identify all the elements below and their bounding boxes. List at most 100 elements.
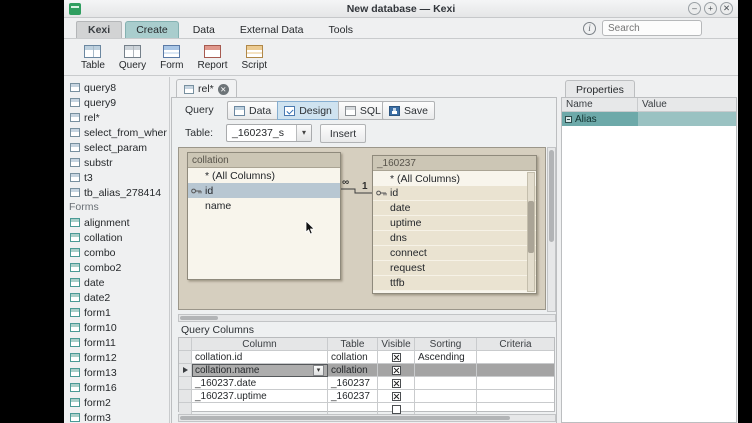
sidebar-item-form11[interactable]: form11 (64, 335, 169, 350)
query-icon (70, 158, 80, 167)
field-row-date[interactable]: date (373, 201, 536, 216)
column-header-column[interactable]: Column (192, 338, 328, 351)
sidebar-item-collation[interactable]: collation (64, 230, 169, 245)
field-row-dns[interactable]: dns (373, 231, 536, 246)
sidebar-item-query9[interactable]: query9 (64, 95, 169, 110)
close-icon[interactable]: ✕ (720, 2, 733, 15)
design-view-button[interactable]: Design (277, 101, 339, 120)
collapse-expander-icon[interactable] (565, 116, 572, 123)
relation-cardinality-many: ∞ (342, 177, 349, 188)
minimize-icon[interactable]: – (688, 2, 701, 15)
chevron-down-icon[interactable]: ▾ (313, 365, 324, 376)
sidebar-item-substr[interactable]: substr (64, 155, 169, 170)
form-icon (70, 248, 80, 257)
sql-view-button[interactable]: SQL (338, 101, 388, 120)
column-header-visible[interactable]: Visible (378, 338, 415, 351)
column-header-criteria[interactable]: Criteria (477, 338, 554, 351)
sidebar-item-date2[interactable]: date2 (64, 290, 169, 305)
field-row-uptime[interactable]: uptime (373, 216, 536, 231)
table-box-160237[interactable]: _160237 * (All Columns) id date uptime d… (372, 155, 537, 294)
sidebar-item-t3[interactable]: t3 (64, 170, 169, 185)
chevron-down-icon[interactable]: ▾ (296, 125, 311, 141)
sidebar-item-alignment[interactable]: alignment (64, 215, 169, 230)
data-view-button[interactable]: Data (227, 101, 278, 120)
property-row-alias[interactable]: Alias (562, 112, 736, 126)
scrollbar-thumb[interactable] (528, 201, 534, 253)
sidebar-item-date[interactable]: date (64, 275, 169, 290)
sidebar-item-form2[interactable]: form2 (64, 395, 169, 410)
sidebar-item-form3[interactable]: form3 (64, 410, 169, 423)
table-box-title[interactable]: _160237 (373, 156, 536, 171)
field-row-all-columns[interactable]: * (All Columns) (188, 168, 340, 183)
tab-close-icon[interactable]: ✕ (218, 84, 229, 95)
sidebar-item-form16[interactable]: form16 (64, 380, 169, 395)
visible-checkbox[interactable] (392, 392, 401, 401)
field-row-ttfb[interactable]: ttfb (373, 276, 536, 291)
scrollbar-thumb[interactable] (549, 150, 554, 242)
form-icon (70, 233, 80, 242)
create-report-button[interactable]: Report (192, 42, 232, 74)
sidebar-item-rel[interactable]: rel* (64, 110, 169, 125)
relation-design-area[interactable]: collation * (All Columns) id name (178, 147, 546, 310)
sidebar-item-select-param[interactable]: select_param (64, 140, 169, 155)
table-box-scrollbar[interactable] (527, 172, 535, 292)
row-selector[interactable] (179, 364, 192, 377)
row-selector[interactable] (179, 390, 192, 403)
grid-row[interactable]: _160237.date _160237 (179, 377, 554, 390)
sidebar-item-tb-alias[interactable]: tb_alias_278414 (64, 185, 169, 200)
row-selector[interactable] (179, 377, 192, 390)
visible-checkbox[interactable] (392, 353, 401, 362)
sidebar-item-form10[interactable]: form10 (64, 320, 169, 335)
field-row-connect[interactable]: connect (373, 246, 536, 261)
save-button[interactable]: Save (382, 101, 435, 120)
grid-hscrollbar[interactable] (178, 414, 556, 422)
info-icon[interactable]: i (583, 22, 596, 35)
maximize-icon[interactable]: + (704, 2, 717, 15)
titlebar[interactable]: New database — Kexi – + ✕ (64, 0, 738, 18)
create-script-button[interactable]: Script (237, 42, 273, 74)
visible-checkbox[interactable] (392, 379, 401, 388)
create-query-button[interactable]: Query (114, 42, 151, 74)
tab-properties[interactable]: Properties (565, 80, 635, 98)
visible-checkbox[interactable] (392, 405, 401, 414)
sidebar-item-select-from-where[interactable]: select_from_where (64, 125, 169, 140)
grid-row[interactable]: _160237.uptime _160237 (179, 390, 554, 403)
scrollbar-thumb[interactable] (180, 416, 510, 420)
search-input[interactable] (602, 20, 702, 36)
sidebar-item-query8[interactable]: query8 (64, 80, 169, 95)
field-row-id[interactable]: id (188, 183, 340, 198)
table-box-collation[interactable]: collation * (All Columns) id name (187, 152, 341, 280)
visible-checkbox[interactable] (392, 366, 401, 375)
field-row-all-columns[interactable]: * (All Columns) (373, 171, 536, 186)
properties-name-header: Name (562, 98, 638, 111)
sidebar-item-form1[interactable]: form1 (64, 305, 169, 320)
form-icon (70, 383, 80, 392)
sidebar-item-combo[interactable]: combo (64, 245, 169, 260)
kexi-menu-button[interactable]: Kexi (76, 21, 122, 38)
scrollbar-thumb[interactable] (180, 316, 218, 320)
field-row-request[interactable]: request (373, 261, 536, 276)
table-combobox[interactable]: _160237_s ▾ (226, 124, 312, 142)
sidebar-item-combo2[interactable]: combo2 (64, 260, 169, 275)
tab-tools[interactable]: Tools (318, 21, 365, 38)
field-row-id[interactable]: id (373, 186, 536, 201)
tab-external-data[interactable]: External Data (229, 21, 315, 38)
create-form-button[interactable]: Form (155, 42, 188, 74)
tab-data[interactable]: Data (182, 21, 226, 38)
table-box-title[interactable]: collation (188, 153, 340, 168)
insert-button[interactable]: Insert (320, 124, 366, 143)
create-table-button[interactable]: Table (76, 42, 110, 74)
column-header-table[interactable]: Table (328, 338, 378, 351)
grid-row[interactable]: collation.id collation Ascending (179, 351, 554, 364)
grid-row-current[interactable]: collation.name▾ collation (179, 364, 554, 377)
design-area-hscrollbar[interactable] (178, 314, 556, 322)
sidebar-item-form12[interactable]: form12 (64, 350, 169, 365)
field-row-name[interactable]: name (188, 198, 340, 213)
design-area-vscrollbar[interactable] (547, 147, 556, 312)
column-header-sorting[interactable]: Sorting (415, 338, 477, 351)
document-tab-rel[interactable]: rel* ✕ (176, 79, 237, 98)
row-selector[interactable] (179, 351, 192, 364)
forms-section-header[interactable]: Forms (64, 200, 169, 215)
sidebar-item-form13[interactable]: form13 (64, 365, 169, 380)
tab-create[interactable]: Create (125, 21, 179, 38)
